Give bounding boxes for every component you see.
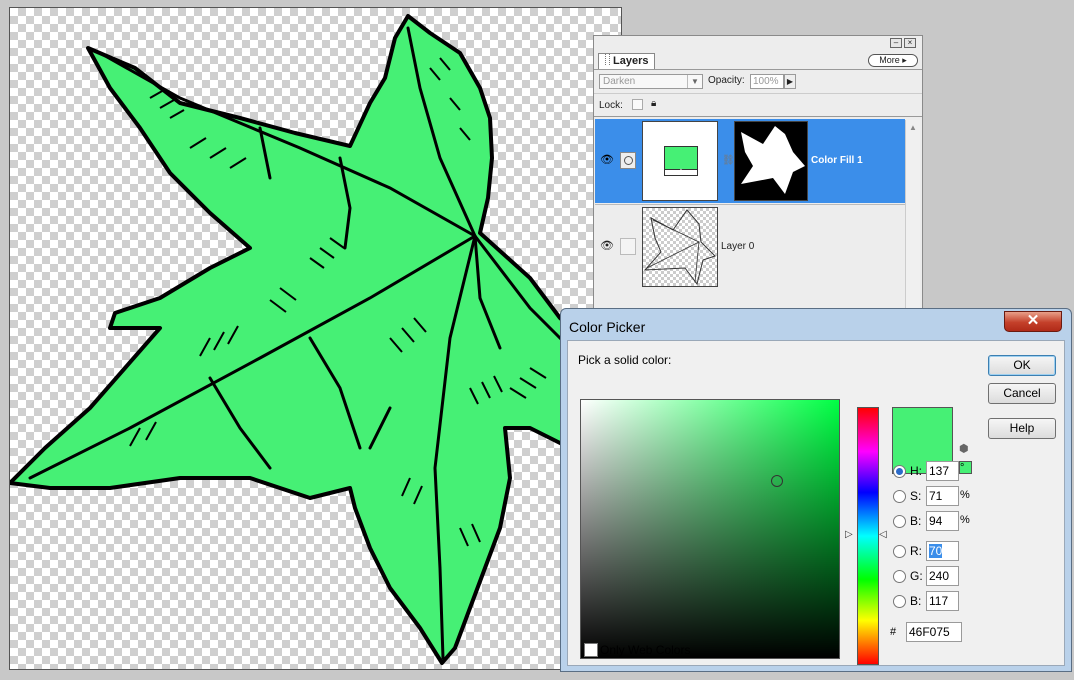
radio-g[interactable] (893, 570, 906, 583)
hue-slider-left-arrow-icon[interactable]: ▷ (845, 529, 853, 540)
eye-icon[interactable]: 👁︎ (600, 239, 614, 252)
lock-transparency-icon[interactable] (632, 99, 643, 110)
ok-button[interactable]: OK (988, 355, 1056, 376)
opacity-label: Opacity: (708, 75, 745, 86)
mask-thumbnail[interactable] (734, 121, 808, 201)
blend-mode-select[interactable]: Darken ▼ (599, 74, 703, 89)
opacity-input[interactable]: 100% (750, 74, 784, 89)
hue-slider[interactable] (857, 407, 879, 665)
close-button[interactable]: ✕ (1004, 311, 1062, 332)
minimize-button[interactable]: – (890, 38, 902, 48)
tab-label: Layers (613, 55, 649, 67)
chevron-down-icon: ▼ (687, 75, 702, 88)
fill-thumbnail[interactable]: ▲ (642, 121, 718, 201)
layer-row-color-fill[interactable]: 👁︎ ▲ ⛓︎ Color Fill 1 (595, 119, 905, 203)
chain-link-icon[interactable]: ⛓︎ (722, 155, 735, 166)
more-label: More (879, 55, 900, 65)
b-input[interactable]: 94 (926, 511, 959, 531)
leaf-mask-icon (741, 126, 805, 194)
blue-input[interactable]: 117 (926, 591, 959, 611)
divider (594, 69, 922, 70)
lock-label: Lock: (599, 100, 623, 111)
hex-input[interactable]: 46F075 (906, 622, 962, 642)
scroll-up-icon[interactable]: ▲ (906, 123, 920, 132)
color-field[interactable] (580, 399, 840, 659)
blue-label: B: (910, 594, 922, 608)
radio-s[interactable] (893, 490, 906, 503)
layer-link-box[interactable] (620, 152, 636, 169)
b-label: B: (910, 514, 922, 528)
radio-blue[interactable] (893, 595, 906, 608)
eye-icon[interactable]: 👁︎ (600, 153, 614, 166)
fill-arrow-icon: ▲ (664, 168, 698, 176)
layer-thumbnail[interactable] (642, 207, 718, 287)
grip-icon (605, 54, 610, 65)
r-value: 70 (929, 544, 943, 558)
r-label: R: (910, 544, 922, 558)
pick-color-label: Pick a solid color: (578, 353, 672, 367)
fill-swatch (664, 146, 698, 170)
color-field-cursor[interactable] (771, 475, 783, 487)
close-panel-button[interactable]: × (904, 38, 916, 48)
g-label: G: (910, 569, 923, 583)
cancel-button[interactable]: Cancel (988, 383, 1056, 404)
s-label: S: (910, 489, 922, 503)
web-safe-cube-icon[interactable]: ⬢ (959, 442, 969, 455)
s-input[interactable]: 71 (926, 486, 959, 506)
h-input[interactable]: 137 (926, 461, 959, 481)
radio-h[interactable] (893, 465, 906, 478)
image-canvas[interactable] (9, 7, 622, 670)
dialog-title: Color Picker (569, 319, 646, 335)
close-icon: ✕ (1026, 312, 1040, 329)
b-unit: % (960, 514, 970, 526)
help-button[interactable]: Help (988, 418, 1056, 439)
divider (594, 116, 922, 117)
tab-layers[interactable]: Layers (598, 53, 656, 70)
hex-label: # (890, 626, 897, 638)
layer-row-layer-0[interactable]: 👁︎ Layer 0 (595, 204, 905, 289)
only-web-colors-label: Only Web Colors (600, 643, 691, 657)
h-unit: ° (960, 462, 965, 474)
s-unit: % (960, 489, 970, 501)
more-button[interactable]: More ▸ (868, 54, 918, 67)
leaf-image (10, 14, 621, 665)
adjustment-icon (623, 156, 633, 165)
layers-panel: – × Layers More ▸ Darken ▼ Opacity: 100% … (593, 35, 923, 310)
lock-all-icon[interactable]: 🔒︎ (651, 98, 656, 109)
leaf-outline-icon (643, 209, 716, 286)
layers-scrollbar[interactable]: ▲ (905, 120, 920, 308)
layer-name[interactable]: Layer 0 (721, 241, 754, 252)
opacity-slider-arrow-icon[interactable]: ▶ (784, 74, 796, 89)
r-input[interactable]: 70 (926, 541, 959, 561)
blend-mode-value: Darken (603, 76, 636, 87)
g-input[interactable]: 240 (926, 566, 959, 586)
divider (594, 93, 922, 94)
hue-slider-right-arrow-icon[interactable]: ◁ (879, 529, 887, 540)
only-web-colors-checkbox[interactable] (584, 643, 598, 657)
h-label: H: (910, 464, 922, 478)
layer-link-box[interactable] (620, 238, 636, 255)
dialog-body: Pick a solid color: ▷ ◁ ⬢ OK Cancel Help… (567, 340, 1065, 666)
radio-r[interactable] (893, 545, 906, 558)
color-picker-dialog: Color Picker ✕ Pick a solid color: ▷ ◁ ⬢… (560, 308, 1072, 672)
radio-b[interactable] (893, 515, 906, 528)
layer-name[interactable]: Color Fill 1 (811, 155, 863, 166)
